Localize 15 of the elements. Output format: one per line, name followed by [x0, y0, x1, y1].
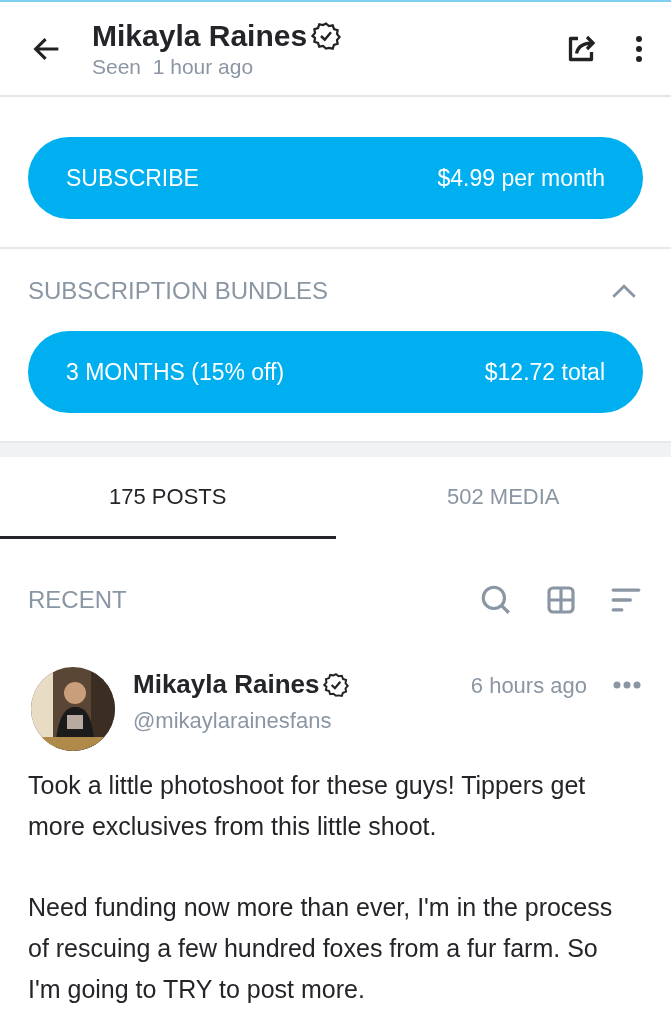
last-seen: Seen 1 hour ago — [92, 54, 255, 79]
post-text: Need funding now more than ever, I'm in the process of rescuing a few hundred foxes from a fur farm. So I'm going to TRY to post more. — [28, 892, 614, 1005]
bundle-button[interactable]: 3 MONTHS (15% off) $12.72 total — [28, 331, 643, 413]
section-title: SUBSCRIPTION BUNDLES — [28, 277, 329, 305]
post-text: Took a little photoshoot for these guys! Tippers get more exclusives from this little shoot. — [28, 770, 587, 842]
author-handle[interactable]: @mikaylarainesfans — [133, 708, 471, 734]
post-time: 6 hours ago — [470, 673, 587, 699]
author-name[interactable]: Mikayla Raines — [133, 669, 320, 700]
chevron-icon[interactable] — [611, 283, 637, 299]
grid-icon[interactable] — [545, 584, 577, 616]
profile-name: Mikayla Raines — [92, 18, 308, 53]
search-icon[interactable] — [479, 583, 513, 617]
subscribe-button[interactable]: SUBSCRIBE $4.99 per month — [28, 137, 643, 219]
more-options-icon[interactable] — [635, 34, 643, 63]
section-title: RECENT — [28, 586, 127, 614]
